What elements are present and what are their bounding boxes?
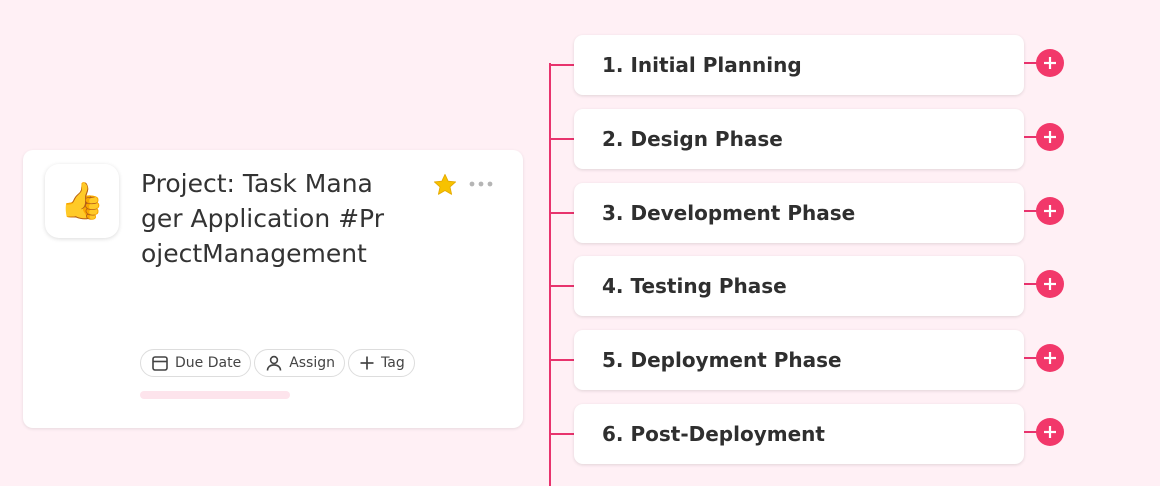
due-date-label: Due Date <box>175 355 242 371</box>
more-options-icon[interactable] <box>468 176 494 192</box>
add-subnode-button[interactable] <box>1036 270 1064 298</box>
due-date-button[interactable]: Due Date <box>140 349 252 377</box>
phase-label: 6. Post-Deployment <box>602 422 825 446</box>
add-subnode-button[interactable] <box>1036 197 1064 225</box>
plus-icon <box>1044 205 1056 217</box>
assign-label: Assign <box>289 355 336 371</box>
plus-icon <box>1044 57 1056 69</box>
tag-label: Tag <box>381 355 405 371</box>
add-subnode-button[interactable] <box>1036 123 1064 151</box>
phase-node: 1. Initial Planning <box>549 35 1069 95</box>
plus-icon <box>360 356 374 370</box>
project-emoji: 👍 <box>59 181 105 222</box>
star-icon[interactable] <box>432 172 458 198</box>
phase-card[interactable]: 4. Testing Phase <box>574 256 1024 316</box>
phase-node: 2. Design Phase <box>549 109 1069 169</box>
connector-branch <box>549 64 574 66</box>
person-icon <box>266 355 282 371</box>
add-subnode-button[interactable] <box>1036 49 1064 77</box>
phase-label: 5. Deployment Phase <box>602 348 842 372</box>
project-action-chips: Due Date Assign Tag <box>140 349 415 377</box>
phase-label: 2. Design Phase <box>602 127 783 151</box>
plus-icon <box>1044 131 1056 143</box>
phase-card[interactable]: 3. Development Phase <box>574 183 1024 243</box>
phase-label: 3. Development Phase <box>602 201 856 225</box>
assign-button[interactable]: Assign <box>254 349 346 377</box>
add-subnode-button[interactable] <box>1036 344 1064 372</box>
connector-branch <box>549 212 574 214</box>
connector-branch <box>549 138 574 140</box>
phase-label: 1. Initial Planning <box>602 53 802 77</box>
plus-icon <box>1044 278 1056 290</box>
thumbs-up-icon[interactable]: 👍 <box>45 164 119 238</box>
tag-button[interactable]: Tag <box>348 349 415 377</box>
phase-node: 6. Post-Deployment <box>549 404 1069 464</box>
phase-node: 4. Testing Phase <box>549 256 1069 316</box>
connector-branch <box>549 433 574 435</box>
project-title[interactable]: Project: Task Manager Application #Proje… <box>141 166 386 271</box>
plus-icon <box>1044 352 1056 364</box>
phase-card[interactable]: 6. Post-Deployment <box>574 404 1024 464</box>
calendar-icon <box>152 356 168 371</box>
add-subnode-button[interactable] <box>1036 418 1064 446</box>
phase-card[interactable]: 1. Initial Planning <box>574 35 1024 95</box>
phase-node: 5. Deployment Phase <box>549 330 1069 390</box>
project-card[interactable]: 👍 Project: Task Manager Application #Pro… <box>23 150 523 428</box>
phase-card[interactable]: 2. Design Phase <box>574 109 1024 169</box>
progress-bar <box>140 391 290 399</box>
phase-card[interactable]: 5. Deployment Phase <box>574 330 1024 390</box>
mind-map-canvas: 👍 Project: Task Manager Application #Pro… <box>0 0 1160 486</box>
plus-icon <box>1044 426 1056 438</box>
connector-branch <box>549 359 574 361</box>
connector-branch <box>549 285 574 287</box>
phase-node: 3. Development Phase <box>549 183 1069 243</box>
phase-label: 4. Testing Phase <box>602 274 787 298</box>
